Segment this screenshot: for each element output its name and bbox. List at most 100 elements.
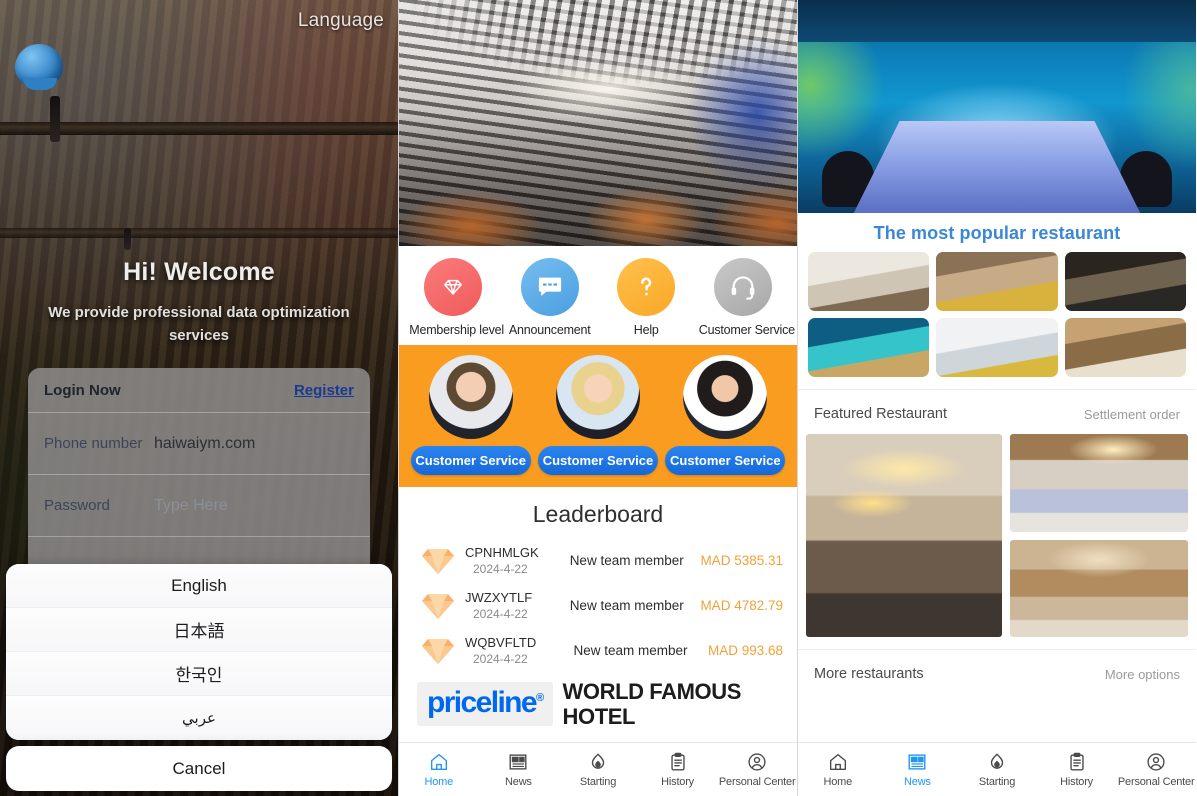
clipboard-icon xyxy=(670,752,685,771)
settlement-order-link[interactable]: Settlement order xyxy=(1084,407,1180,422)
quick-actions-row: Membership level Announcement Help Custo… xyxy=(399,246,797,345)
language-option-arabic[interactable]: عربي xyxy=(6,696,392,740)
leaderboard-event: New team member xyxy=(569,598,684,613)
leaderboard-title: Leaderboard xyxy=(532,501,664,527)
customer-service-button[interactable]: Customer Service xyxy=(537,446,658,475)
nav-item-history[interactable]: History xyxy=(1037,751,1117,788)
more-options-link[interactable]: More options xyxy=(1105,667,1180,682)
home-icon xyxy=(430,753,447,771)
customer-service-card[interactable]: Customer Service xyxy=(665,355,786,475)
featured-restaurant-image-small[interactable] xyxy=(1010,434,1188,532)
login-screen: Language Hi! Welcome We provide professi… xyxy=(0,0,398,796)
nav-label: History xyxy=(1060,776,1093,788)
helmet-icon xyxy=(15,44,63,90)
nav-item-news[interactable]: News xyxy=(479,751,559,788)
diamond-icon xyxy=(422,593,454,619)
nav-item-personal-center[interactable]: Personal Center xyxy=(717,751,797,788)
customer-service-card[interactable]: Customer Service xyxy=(537,355,658,475)
welcome-title: Hi! Welcome xyxy=(123,258,275,286)
login-title: Login Now xyxy=(44,382,121,399)
priceline-headline: WORLD FAMOUS HOTEL xyxy=(562,679,742,729)
leaderboard-user: CPNHMLGK 2024-4-22 xyxy=(465,544,553,577)
quick-action-help[interactable]: Help xyxy=(602,258,690,337)
language-option-english[interactable]: English xyxy=(6,564,392,608)
hanging-lamp xyxy=(50,96,60,142)
featured-restaurant-heading: Featured Restaurant xyxy=(814,406,947,422)
nav-label: News xyxy=(505,776,532,788)
nav-label: News xyxy=(904,776,931,788)
nav-label: Starting xyxy=(579,776,617,788)
leaderboard-row: JWZXYTLF 2024-4-22 New team member MAD 4… xyxy=(399,583,797,628)
registered-mark-icon: ® xyxy=(535,692,544,704)
nav-item-home[interactable]: Home xyxy=(399,751,479,788)
customer-service-button[interactable]: Customer Service xyxy=(665,446,786,475)
news-icon xyxy=(509,754,527,770)
nav-item-starting[interactable]: Starting xyxy=(957,751,1037,788)
featured-restaurant-image-large[interactable] xyxy=(806,434,1002,637)
leaderboard-date: 2024-4-22 xyxy=(473,562,528,576)
quick-action-membership-level[interactable]: Membership level xyxy=(409,258,504,337)
news-icon xyxy=(908,754,926,770)
hero-aquarium-image xyxy=(798,0,1196,213)
nav-item-personal-center[interactable]: Personal Center xyxy=(1116,751,1196,788)
bottom-navigation: Home News Starting History Personal Cent… xyxy=(399,742,797,796)
language-option-korean[interactable]: 한국인 xyxy=(6,652,392,696)
restaurant-thumbnail[interactable] xyxy=(936,318,1058,377)
password-field-row[interactable]: Password Type Here xyxy=(28,475,370,537)
restaurant-thumbnail[interactable] xyxy=(808,252,930,311)
phone-number-label: Phone number xyxy=(44,435,143,452)
password-input[interactable]: Type Here xyxy=(154,497,228,515)
leaderboard-user-id: CPNHMLGK xyxy=(465,545,539,560)
featured-restaurant-image-small[interactable] xyxy=(1010,540,1188,637)
quick-action-customer-service[interactable]: Customer Service xyxy=(699,258,795,337)
user-icon xyxy=(1147,753,1165,771)
restaurant-thumbnail[interactable] xyxy=(936,252,1058,311)
phone-field-row[interactable]: Phone number haiwaiym.com xyxy=(28,413,370,475)
leaderboard-amount: MAD 4782.79 xyxy=(700,598,783,613)
avatar xyxy=(428,355,513,439)
customer-service-band: Customer Service Customer Service Custom… xyxy=(399,345,797,487)
home-screen: Membership level Announcement Help Custo… xyxy=(398,0,797,796)
headset-icon xyxy=(713,258,772,316)
priceline-logo-text: priceline xyxy=(427,686,538,719)
nav-item-history[interactable]: History xyxy=(638,751,718,788)
phone-number-input[interactable]: haiwaiym.com xyxy=(154,435,255,453)
diamond-icon xyxy=(422,638,454,664)
chair-shape xyxy=(1066,151,1118,207)
nav-item-home[interactable]: Home xyxy=(798,751,878,788)
restaurant-thumbnail[interactable] xyxy=(1064,252,1186,311)
leaderboard-event: New team member xyxy=(573,643,688,658)
restaurant-thumbnail[interactable] xyxy=(1064,318,1186,377)
nav-item-news[interactable]: News xyxy=(878,751,958,788)
quick-action-announcement[interactable]: Announcement xyxy=(506,258,594,337)
language-cancel-button[interactable]: Cancel xyxy=(6,746,392,791)
language-option-japanese[interactable]: 日本語 xyxy=(6,608,392,652)
leaderboard-date: 2024-4-22 xyxy=(473,652,528,666)
language-button[interactable]: Language xyxy=(298,10,384,32)
leaderboard-row: CPNHMLGK 2024-4-22 New team member MAD 5… xyxy=(399,538,797,583)
leaderboard-event: New team member xyxy=(569,553,684,568)
priceline-banner[interactable]: priceline® WORLD FAMOUS HOTEL xyxy=(399,673,797,733)
question-icon xyxy=(617,258,676,316)
flame-icon xyxy=(591,753,605,769)
restaurant-thumbnail[interactable] xyxy=(808,318,930,377)
avatar xyxy=(555,355,640,439)
nav-label: Home xyxy=(424,776,454,788)
leaderboard-user: WQBVFLTD 2024-4-22 xyxy=(465,634,553,667)
customer-service-button[interactable]: Customer Service xyxy=(410,446,531,475)
leaderboard-user-id: JWZXYTLF xyxy=(465,590,533,605)
chair-shape xyxy=(1120,151,1172,207)
nav-label: Starting xyxy=(978,776,1016,788)
register-link[interactable]: Register xyxy=(294,382,354,399)
leaderboard-row: WQBVFLTD 2024-4-22 New team member MAD 9… xyxy=(399,628,797,673)
customer-service-card[interactable]: Customer Service xyxy=(410,355,531,475)
leaderboard-amount: MAD 5385.31 xyxy=(700,553,783,568)
nav-label: Personal Center xyxy=(1117,776,1195,788)
avatar xyxy=(683,355,768,439)
password-label: Password xyxy=(44,497,110,514)
nav-item-starting[interactable]: Starting xyxy=(558,751,638,788)
featured-restaurant-header: Featured Restaurant Settlement order xyxy=(798,389,1196,434)
welcome-block: Hi! Welcome We provide professional data… xyxy=(0,258,398,347)
chair-shape xyxy=(876,151,928,207)
user-icon xyxy=(748,753,766,771)
